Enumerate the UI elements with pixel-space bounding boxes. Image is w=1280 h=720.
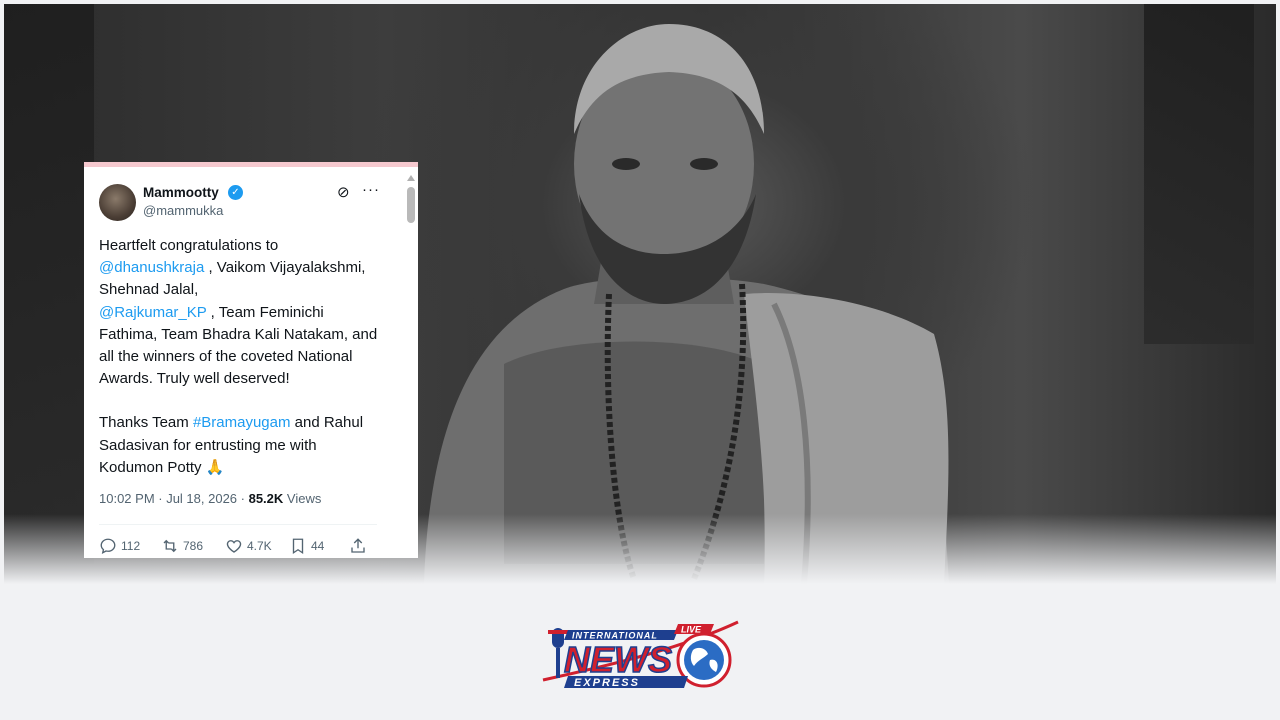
verified-badge-icon: ✓: [228, 185, 243, 200]
hashtag-link[interactable]: #Bramayugam: [193, 414, 291, 431]
mention-link[interactable]: @Rajkumar_KP: [99, 304, 207, 321]
logo-news-text: NEWS: [564, 639, 672, 680]
tweet-actions: 112 786 4.7K 44: [99, 537, 379, 558]
logo-express-text: EXPRESS: [574, 677, 640, 689]
views-label: Views: [283, 491, 322, 506]
views-count: 85.2K: [248, 491, 284, 506]
tweet-text-part: Thanks Team: [99, 414, 193, 432]
repost-button[interactable]: 786: [161, 537, 203, 555]
scroll-thumb[interactable]: [407, 187, 415, 223]
repost-icon: [163, 539, 177, 553]
tweet-text-intro: Heartfelt congratulations to: [99, 237, 279, 254]
like-icon: [226, 540, 242, 553]
author-name[interactable]: Mammootty: [143, 185, 219, 200]
bookmark-count: 44: [311, 539, 325, 553]
tweet-text: Heartfelt congratulations to @dhanushkra…: [99, 235, 384, 479]
tweet-meta: 10:02 PM · Jul 18, 2026 · 85.2K Views: [99, 491, 321, 506]
avatar[interactable]: [99, 184, 136, 221]
scroll-up-arrow-icon[interactable]: [407, 175, 415, 181]
repost-count: 786: [183, 539, 204, 553]
like-button[interactable]: 4.7K: [225, 537, 272, 555]
grok-icon[interactable]: ⊘: [337, 183, 350, 201]
reply-icon: [100, 538, 116, 555]
share-button[interactable]: [349, 537, 371, 555]
reply-button[interactable]: 112: [99, 537, 140, 555]
tweet-card[interactable]: Mammootty ✓ @mammukka ⊘ ··· Heartfelt co…: [84, 162, 418, 558]
bookmark-button[interactable]: 44: [289, 537, 324, 555]
reply-count: 112: [121, 539, 141, 553]
mention-link[interactable]: @dhanushkraja: [99, 259, 204, 276]
folded-hands-emoji: 🙏: [205, 458, 225, 476]
author-handle[interactable]: @mammukka: [143, 203, 223, 218]
bookmark-icon: [292, 538, 304, 555]
like-count: 4.7K: [247, 539, 272, 553]
scrollbar[interactable]: [406, 173, 416, 557]
international-news-express-logo: INTERNATIONAL LIVE NEWS EXPRESS: [542, 620, 739, 689]
more-options-icon[interactable]: ···: [362, 181, 380, 198]
divider: [99, 524, 377, 525]
share-icon: [351, 538, 365, 553]
timestamp[interactable]: 10:02 PM · Jul 18, 2026 ·: [99, 491, 249, 506]
